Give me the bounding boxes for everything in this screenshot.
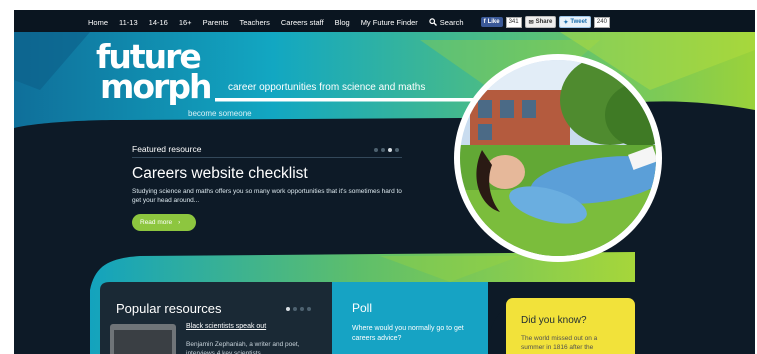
nav-item-careers-staff[interactable]: Careers staff (281, 18, 324, 27)
logo-line (215, 98, 485, 102)
tweet-label: Tweet (570, 19, 587, 25)
futuremorph-logo[interactable]: future morph (96, 40, 226, 118)
nav-item-14-16[interactable]: 14-16 (149, 18, 168, 27)
tweet-count: 240 (593, 16, 610, 28)
popular-thumbnail-image (114, 330, 172, 354)
page: Home 11-13 14-16 16+ Parents Teachers Ca… (0, 0, 757, 354)
featured-divider (132, 157, 402, 158)
slide-dot[interactable] (293, 307, 297, 311)
featured-slide-dots (374, 148, 399, 152)
popular-item-text: Benjamin Zephaniah, a writer and poet, i… (186, 341, 300, 354)
popular-resources-title: Popular resources (116, 301, 222, 316)
slide-dot[interactable] (307, 307, 311, 311)
read-more-label: Read more (140, 219, 173, 226)
popular-slide-dots (286, 307, 311, 311)
search-icon (429, 18, 437, 26)
share-icon: ✉ (528, 19, 534, 26)
nav-item-11-13[interactable]: 11-13 (119, 18, 138, 27)
facebook-like-button[interactable]: f Like (480, 17, 503, 27)
social-buttons: f Like 341 ✉ Share ✦ Tweet 240 (480, 16, 610, 28)
nav-item-parents[interactable]: Parents (203, 18, 229, 27)
nav-item-teachers[interactable]: Teachers (239, 18, 269, 27)
nav-item-home[interactable]: Home (88, 18, 108, 27)
nav-item-blog[interactable]: Blog (335, 18, 350, 27)
like-label: Like (487, 19, 500, 25)
top-navigation: Home 11-13 14-16 16+ Parents Teachers Ca… (88, 12, 610, 32)
featured-description: Studying science and maths offers you so… (132, 188, 402, 204)
slide-dot[interactable] (300, 307, 304, 311)
tweet-button[interactable]: ✦ Tweet (559, 16, 591, 28)
nav-item-16-plus[interactable]: 16+ (179, 18, 192, 27)
twitter-icon: ✦ (563, 19, 569, 26)
popular-item-link[interactable]: Black scientists speak out (186, 323, 266, 330)
like-count: 341 (505, 16, 522, 28)
did-you-know-text: The world missed out on a summer in 1816… (521, 335, 598, 351)
share-label: Share (535, 19, 553, 25)
featured-title[interactable]: Careers website checklist (132, 165, 308, 183)
chevron-right-icon: › (178, 219, 181, 226)
slide-dot[interactable] (374, 148, 378, 152)
featured-label: Featured resource (132, 144, 202, 154)
facebook-icon: f (483, 19, 486, 25)
read-more-button[interactable]: Read more › (132, 214, 196, 231)
search-label: Search (439, 17, 464, 27)
slide-dot[interactable] (381, 148, 385, 152)
logo-tagline: career opportunities from science and ma… (228, 82, 426, 93)
logo-line-2: morph (100, 67, 212, 106)
did-you-know-title: Did you know? (521, 315, 587, 326)
nav-item-my-future-finder[interactable]: My Future Finder (361, 18, 418, 27)
search-button[interactable]: Search (429, 18, 464, 27)
share-button[interactable]: ✉ Share (524, 16, 557, 28)
slide-dot[interactable] (286, 307, 290, 311)
logo-subtagline: become someone (188, 109, 252, 118)
slide-dot[interactable] (395, 148, 399, 152)
poll-title: Poll (352, 301, 373, 315)
slide-dot[interactable] (388, 148, 392, 152)
poll-question: Where would you normally go to get caree… (352, 325, 464, 342)
